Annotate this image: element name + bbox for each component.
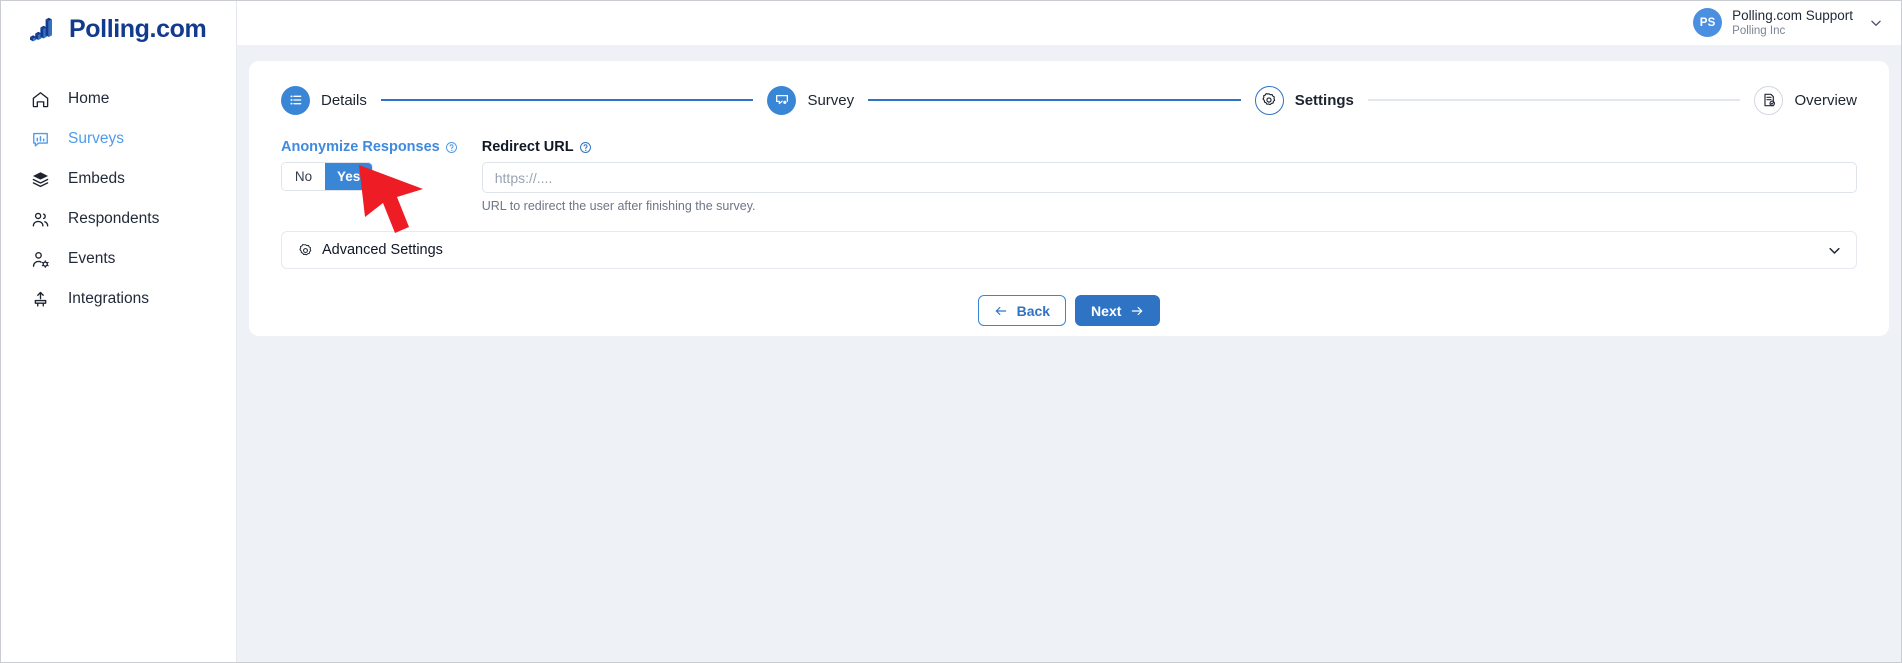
chevron-down-icon[interactable] [1869,16,1883,30]
back-button[interactable]: Back [977,295,1067,326]
anonymize-label: Anonymize Responses [281,139,440,155]
anonymize-option-yes[interactable]: Yes [325,163,373,190]
sidebar-item-label: Embeds [68,170,125,187]
step-details-label: Details [321,91,367,109]
sidebar-item-events[interactable]: Events [1,239,236,279]
redirect-url-field: Redirect URL URL to redirect the user af… [481,139,1857,213]
redirect-url-label: Redirect URL [481,139,574,155]
account-org: Polling Inc [1732,25,1786,38]
list-icon [289,95,301,105]
sidebar-item-integrations[interactable]: Integrations [1,279,236,319]
step-overview[interactable]: Overview [1754,85,1857,115]
step-survey-label: Survey [807,91,855,109]
back-button-label: Back [1016,302,1051,319]
account-menu[interactable]: PS Polling.com Support Polling Inc [1693,8,1883,38]
sidebar-item-surveys[interactable]: Surveys [1,119,236,159]
sidebar-item-home[interactable]: Home [1,79,236,119]
home-icon [32,91,49,107]
step-overview-circle [1754,85,1784,115]
content-canvas: Details Survey Settings Overview Anonymi… [237,45,1901,662]
next-button-label: Next [1091,302,1122,319]
redirect-url-hint: URL to redirect the user after finishing… [481,199,756,213]
connector-details-survey [380,99,754,101]
arrow-left-icon [995,306,1006,315]
anonymize-field: Anonymize Responses No Yes [281,139,458,191]
wizard-actions: Back Next [275,295,1863,326]
sidebar: Polling.com Home Surveys Embeds Responde… [1,1,237,662]
gear-icon [299,243,312,255]
survey-chart-icon [33,132,48,147]
step-overview-label: Overview [1794,91,1857,109]
advanced-settings-label: Advanced Settings [322,242,443,258]
next-button[interactable]: Next [1075,295,1161,326]
sidebar-item-label: Surveys [68,130,124,147]
settings-form-row: Anonymize Responses No Yes Redirect URL … [275,139,1863,213]
step-settings-label: Settings [1294,91,1354,109]
bar-chart-logo-icon [30,17,52,42]
document-check-icon [1764,93,1775,107]
users-icon [32,212,49,227]
sidebar-nav: Home Surveys Embeds Respondents Events I… [1,79,236,319]
advanced-settings-accordion[interactable]: Advanced Settings [281,231,1857,269]
chevron-down-icon[interactable] [1827,243,1842,258]
redirect-url-label-row: Redirect URL [482,139,1857,155]
gear-icon [1262,93,1276,106]
sidebar-item-embeds[interactable]: Embeds [1,159,236,199]
layers-icon [32,171,49,187]
anonymize-toggle[interactable]: No Yes [281,162,374,191]
brand-logo-link[interactable]: Polling.com [1,1,236,57]
step-settings-circle [1254,85,1284,115]
account-text: Polling.com Support Polling Inc [1732,8,1853,38]
step-survey[interactable]: Survey [767,85,855,115]
main-area: PS Polling.com Support Polling Inc Detai… [237,1,1901,662]
redirect-url-input[interactable] [481,162,1857,193]
avatar: PS [1693,8,1723,38]
help-circle-icon[interactable] [445,141,458,154]
step-settings[interactable]: Settings [1254,85,1354,115]
advanced-settings-left: Advanced Settings [298,242,443,258]
app-window: Polling.com Home Surveys Embeds Responde… [0,0,1902,663]
step-details[interactable]: Details [281,85,367,115]
step-details-circle [281,85,310,115]
help-circle-icon[interactable] [579,141,592,154]
user-gear-icon [32,251,49,268]
brand-name: Polling.com [69,14,207,43]
connector-settings-overview [1367,99,1741,101]
topbar: PS Polling.com Support Polling Inc [237,1,1901,45]
sidebar-item-label: Respondents [68,210,160,227]
account-name: Polling.com Support [1732,7,1853,23]
arrow-right-icon [1132,306,1143,315]
sidebar-item-label: Home [68,90,110,107]
sidebar-item-respondents[interactable]: Respondents [1,199,236,239]
step-survey-circle [767,85,797,115]
sidebar-item-label: Events [68,250,116,267]
survey-search-icon [775,95,789,107]
sidebar-item-label: Integrations [68,290,149,307]
settings-card: Details Survey Settings Overview Anonymi… [249,61,1889,336]
anonymize-label-row: Anonymize Responses [281,139,458,155]
connector-survey-settings [868,99,1241,101]
wizard-stepper: Details Survey Settings Overview [275,83,1863,117]
plug-upload-icon [34,291,47,307]
anonymize-option-no[interactable]: No [282,163,325,190]
